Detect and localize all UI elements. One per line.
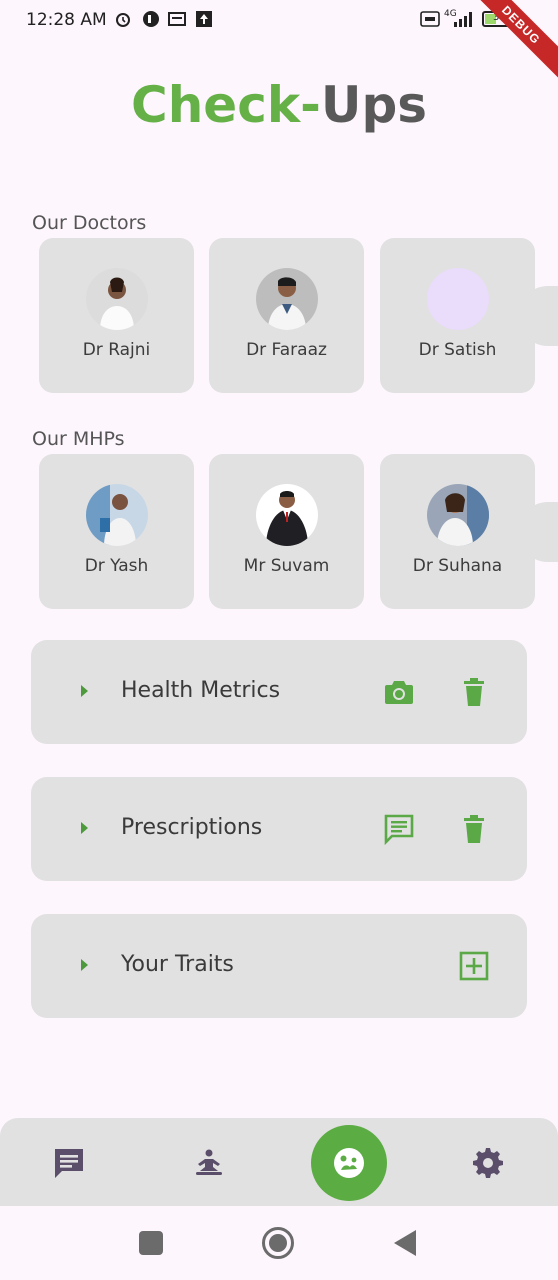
doctor-avatar <box>86 268 148 330</box>
message-icon[interactable] <box>383 813 415 845</box>
doctor-name: Dr Rajni <box>82 340 151 360</box>
page-title: Check-Ups <box>0 76 558 134</box>
mhp-avatar <box>86 484 148 546</box>
recent-apps-button[interactable] <box>139 1231 163 1255</box>
panel-label: Health Metrics <box>121 678 281 703</box>
mhp-card[interactable]: Dr Suhana <box>380 454 535 609</box>
check-ups-nav-button[interactable] <box>311 1125 387 1201</box>
doctors-section-label: Our Doctors <box>32 212 147 234</box>
doctor-name: Dr Satish <box>418 340 497 360</box>
signal-icon <box>454 12 472 27</box>
expand-arrow-icon[interactable] <box>81 959 88 971</box>
mhp-card[interactable]: Dr Yash <box>39 454 194 609</box>
doctor-card[interactable]: Dr Satish <box>380 238 535 393</box>
mhp-card[interactable]: Mr Suvam <box>209 454 364 609</box>
mhp-name: Mr Suvam <box>243 556 330 576</box>
system-navigation-bar <box>0 1206 558 1280</box>
trash-icon[interactable] <box>458 813 490 845</box>
camera-icon[interactable] <box>383 676 415 708</box>
news-icon <box>168 12 186 26</box>
panel-label: Your Traits <box>121 952 234 977</box>
panel-label: Prescriptions <box>121 815 263 840</box>
settings-icon[interactable] <box>471 1146 505 1180</box>
home-button[interactable] <box>262 1227 294 1259</box>
expand-arrow-icon[interactable] <box>81 822 88 834</box>
mhp-name: Dr Yash <box>84 556 149 576</box>
volte-icon <box>420 11 440 27</box>
title-part-2: Ups <box>320 76 427 134</box>
title-part-1: Check- <box>131 76 321 134</box>
alarm-icon <box>116 13 130 27</box>
mhps-carousel[interactable]: Dr Yash Mr Suvam Dr Suhana <box>39 454 558 610</box>
status-time: 12:28 AM <box>26 10 107 30</box>
upload-icon <box>196 11 212 27</box>
mhps-section-label: Our MHPs <box>32 428 125 450</box>
add-box-icon[interactable] <box>458 950 490 982</box>
doctor-avatar <box>427 268 489 330</box>
check-ups-icon <box>334 1148 364 1178</box>
mhp-avatar <box>256 484 318 546</box>
app-notification-icon <box>143 11 159 27</box>
doctor-card[interactable]: Dr Faraaz <box>209 238 364 393</box>
trash-icon[interactable] <box>458 676 490 708</box>
mhp-name: Dr Suhana <box>412 556 503 576</box>
mhp-avatar <box>427 484 489 546</box>
expand-arrow-icon[interactable] <box>81 685 88 697</box>
doctor-name: Dr Faraaz <box>246 340 327 360</box>
prescriptions-panel[interactable]: Prescriptions <box>31 777 527 881</box>
chat-icon[interactable] <box>52 1146 86 1180</box>
meditation-icon[interactable] <box>192 1146 226 1180</box>
your-traits-panel[interactable]: Your Traits <box>31 914 527 1018</box>
status-bar: 12:28 AM 4G 36 DEBUG <box>0 0 558 86</box>
back-button[interactable] <box>392 1228 418 1258</box>
bottom-navigation <box>0 1118 558 1206</box>
doctor-avatar <box>256 268 318 330</box>
doctors-carousel[interactable]: Dr Rajni Dr Faraaz Dr Satish <box>39 238 558 394</box>
doctor-card[interactable]: Dr Rajni <box>39 238 194 393</box>
health-metrics-panel[interactable]: Health Metrics <box>31 640 527 744</box>
